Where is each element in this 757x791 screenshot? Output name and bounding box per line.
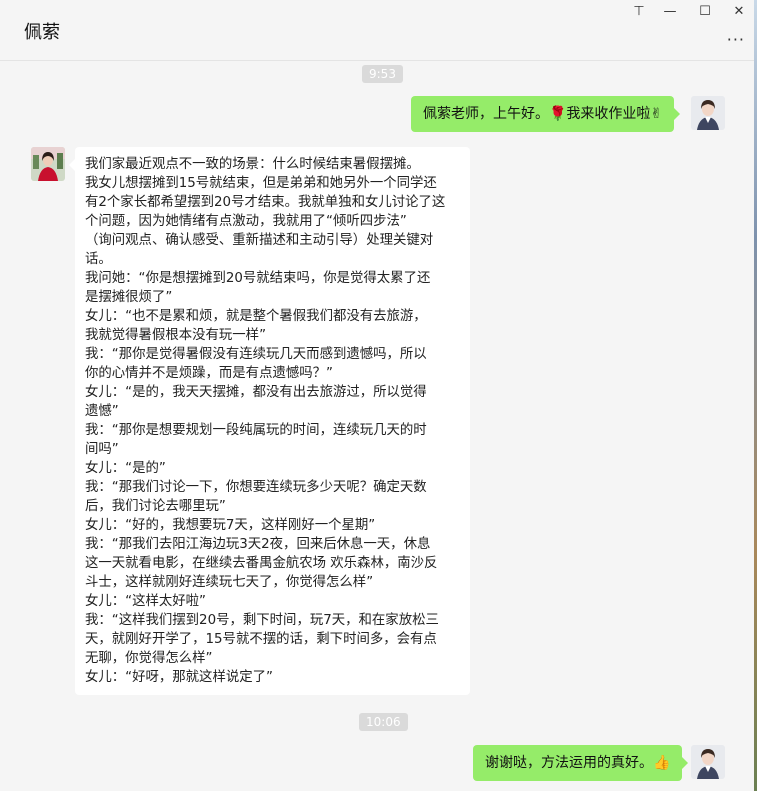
pin-icon[interactable]: ⊤ bbox=[628, 4, 650, 20]
message-line: 女儿：“是的，我天天摆摊，都没有出去旅游过，所以觉得 bbox=[85, 385, 427, 400]
my-message-bubble[interactable]: 谢谢哒，方法运用的真好。👍 bbox=[473, 745, 689, 781]
message-line: 斗士，这样就刚好连续玩七天了，你觉得怎么样” bbox=[85, 575, 374, 590]
more-options-icon[interactable]: ··· bbox=[727, 30, 745, 49]
my-avatar[interactable] bbox=[691, 96, 725, 130]
message-line: 个问题，因为她情绪有点激动，我就用了“倾听四步法” bbox=[85, 214, 407, 229]
message-line: 间吗” bbox=[85, 442, 119, 457]
title-bar: 佩萦 ⊤ — ☐ ✕ ··· bbox=[0, 0, 757, 61]
message-line: 女儿：“是的” bbox=[85, 461, 166, 476]
message-line: 女儿：“好呀，那就这样说定了” bbox=[85, 670, 273, 685]
timestamp: 10:06 bbox=[359, 713, 408, 731]
message-line: 我：“那我们去阳江海边玩3天2夜，回来后休息一天，休息 bbox=[85, 537, 431, 552]
message-line: 我就觉得暑假根本没有玩一样” bbox=[85, 328, 267, 343]
message-line: 无聊，你觉得怎么样” bbox=[85, 651, 213, 666]
message-text: 佩萦老师，上午好。🌹我来收作业啦✌ bbox=[423, 106, 663, 122]
my-avatar[interactable] bbox=[691, 745, 725, 779]
message-line: 天，就刚好开学了，15号就不摆的话，剩下时间多，会有点 bbox=[85, 632, 437, 647]
close-button[interactable]: ✕ bbox=[728, 4, 750, 20]
message-line: 我：“那你是想要规划一段纯属玩的时间，连续玩几天的时 bbox=[85, 423, 427, 438]
message-line: 女儿：“这样太好啦” bbox=[85, 594, 206, 609]
message-line: 遗憾” bbox=[85, 404, 119, 419]
message-line: 我们家最近观点不一致的场景：什么时候结束暑假摆摊。 bbox=[85, 157, 420, 172]
message-line: 这一天就看电影，在继续去番禺金航农场 欢乐森林，南沙反 bbox=[85, 556, 438, 571]
message-line: 你的心情并不是烦躁，而是有点遗憾吗？” bbox=[85, 366, 333, 381]
message-line: 后，我们讨论去哪里玩” bbox=[85, 499, 226, 514]
contact-message-bubble[interactable]: 我们家最近观点不一致的场景：什么时候结束暑假摆摊。 我女儿想摆摊到15号就结束，… bbox=[69, 147, 470, 695]
minimize-button[interactable]: — bbox=[659, 4, 681, 20]
contact-avatar[interactable] bbox=[31, 147, 65, 181]
message-text: 谢谢哒，方法运用的真好。👍 bbox=[485, 755, 671, 771]
maximize-button[interactable]: ☐ bbox=[694, 4, 716, 20]
message-line: 话。 bbox=[85, 252, 112, 267]
message-line: 我：“那你是觉得暑假没有连续玩几天而感到遗憾吗，所以 bbox=[85, 347, 427, 362]
message-line: 有2个家长都希望摆到20号才结束。我就单独和女儿讨论了这 bbox=[85, 195, 446, 210]
message-line: 女儿：“也不是累和烦，就是整个暑假我们都没有去旅游， bbox=[85, 309, 427, 324]
my-message-bubble[interactable]: 佩萦老师，上午好。🌹我来收作业啦✌ bbox=[411, 96, 681, 132]
message-line: 我：“那我们讨论一下，你想要连续玩多少天呢？确定天数 bbox=[85, 480, 427, 495]
message-line: 我问她：“你是想摆摊到20号就结束吗，你是觉得太累了还 bbox=[85, 271, 431, 286]
chat-title: 佩萦 bbox=[24, 22, 60, 43]
message-line: 我：“这样我们摆到20号，剩下时间，玩7天，和在家放松三 bbox=[85, 613, 439, 628]
message-line: 是摆摊很烦了” bbox=[85, 290, 173, 305]
message-line: （询问观点、确认感受、重新描述和主动引导）处理关键对 bbox=[85, 233, 434, 248]
message-line: 我女儿想摆摊到15号就结束，但是弟弟和她另外一个同学还 bbox=[85, 176, 437, 191]
message-line: 女儿：“好的，我想要玩7天，这样刚好一个星期” bbox=[85, 518, 376, 533]
timestamp: 9:53 bbox=[362, 65, 403, 83]
